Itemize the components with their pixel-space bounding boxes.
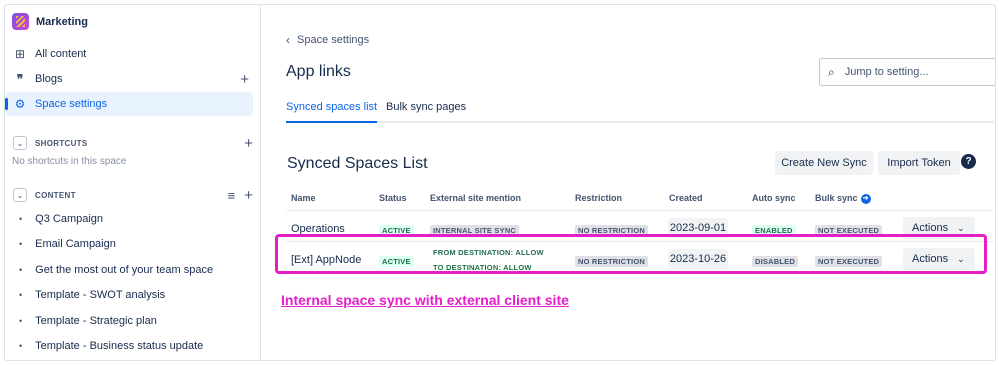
list-item[interactable]: • Q3 Campaign [19, 213, 103, 225]
page-title: App links [286, 63, 351, 80]
search-icon: ⌕ [828, 64, 835, 79]
grid-icon: ⊞ [14, 47, 26, 61]
back-link-label: Space settings [297, 34, 370, 46]
sidebar-item-label: Blogs [35, 73, 63, 85]
page-link: Template - Business status update [35, 340, 204, 352]
tab-synced-spaces-list[interactable]: Synced spaces list [286, 101, 378, 123]
section-title: Synced Spaces List [287, 155, 428, 172]
quote-icon: ❞ [16, 72, 24, 86]
column-header: Restriction [575, 193, 623, 203]
add-blog-icon[interactable]: + [240, 71, 249, 88]
column-header: Name [291, 193, 316, 203]
bullet-icon: • [19, 341, 23, 351]
column-header-bulk-sync: Bulk sync ➜ [815, 193, 871, 204]
back-link[interactable]: ‹ Space settings [286, 33, 369, 47]
divider [286, 210, 994, 211]
shortcuts-empty-note: No shortcuts in this space [12, 156, 127, 167]
column-header: External site mention [430, 193, 522, 203]
chevron-left-icon: ‹ [286, 33, 290, 47]
chevron-down-icon[interactable]: ⌄ [13, 136, 27, 150]
add-shortcut-icon[interactable]: + [244, 135, 253, 152]
section-label: CONTENT [35, 190, 76, 200]
space-logo-icon [12, 13, 29, 30]
space-header[interactable]: Marketing [12, 13, 88, 30]
bullet-icon: • [19, 290, 23, 300]
active-indicator [5, 98, 8, 110]
column-header: Status [379, 193, 407, 203]
space-name: Marketing [36, 15, 88, 28]
list-item[interactable]: • Template - Business status update [19, 340, 203, 352]
filter-icon[interactable]: ≡ [228, 188, 236, 203]
list-item[interactable]: • Template - SWOT analysis [19, 289, 165, 301]
page-link: Get the most out of your team space [35, 264, 214, 276]
column-header-label: Bulk sync [815, 193, 858, 203]
shortcuts-section-header[interactable]: ⌄ SHORTCUTS + [13, 134, 253, 152]
sidebar-item-space-settings[interactable]: ⚙ Space settings [5, 92, 253, 116]
bullet-icon: • [19, 239, 23, 249]
column-header: Created [669, 193, 703, 203]
help-icon[interactable]: ? [961, 154, 976, 169]
page-link: Q3 Campaign [35, 213, 104, 225]
bullet-icon: • [19, 265, 23, 275]
bullet-icon: • [19, 214, 23, 224]
jump-to-setting-input[interactable]: ⌕ Jump to setting... [819, 58, 995, 86]
chevron-down-icon: ⌄ [957, 222, 965, 233]
list-item[interactable]: • Template - Strategic plan [19, 315, 157, 327]
section-label: SHORTCUTS [35, 138, 88, 148]
create-new-sync-button[interactable]: Create New Sync [775, 151, 873, 175]
highlight-box [275, 234, 987, 274]
chevron-down-icon[interactable]: ⌄ [13, 188, 27, 202]
annotation-caption: Internal space sync with external client… [281, 292, 569, 308]
import-token-button[interactable]: Import Token [878, 151, 960, 175]
page-link: Template - Strategic plan [35, 315, 157, 327]
column-header: Auto sync [752, 193, 796, 203]
info-arrow-icon[interactable]: ➜ [860, 193, 871, 204]
content-section-header[interactable]: ⌄ CONTENT ≡ + [13, 186, 253, 204]
tab-bulk-sync-pages[interactable]: Bulk sync pages [386, 101, 466, 123]
search-placeholder: Jump to setting... [844, 66, 929, 78]
sidebar-item-blogs[interactable]: ❞ Blogs + [5, 67, 253, 91]
actions-label: Actions [912, 222, 949, 234]
bullet-icon: • [19, 316, 23, 326]
tab-bar: Synced spaces list Bulk sync pages [286, 101, 994, 123]
sidebar-item-all-content[interactable]: ⊞ All content [5, 42, 253, 66]
list-item[interactable]: • Get the most out of your team space [19, 264, 213, 276]
sidebar: Marketing ⊞ All content ❞ Blogs + ⚙ Spac… [5, 5, 261, 360]
sidebar-item-label: Space settings [35, 98, 108, 110]
page-link: Email Campaign [35, 238, 116, 250]
add-content-icon[interactable]: + [244, 187, 253, 204]
page-link: Template - SWOT analysis [35, 289, 166, 301]
list-item[interactable]: • Email Campaign [19, 238, 116, 250]
gear-icon: ⚙ [14, 97, 26, 111]
sidebar-item-label: All content [35, 48, 87, 60]
